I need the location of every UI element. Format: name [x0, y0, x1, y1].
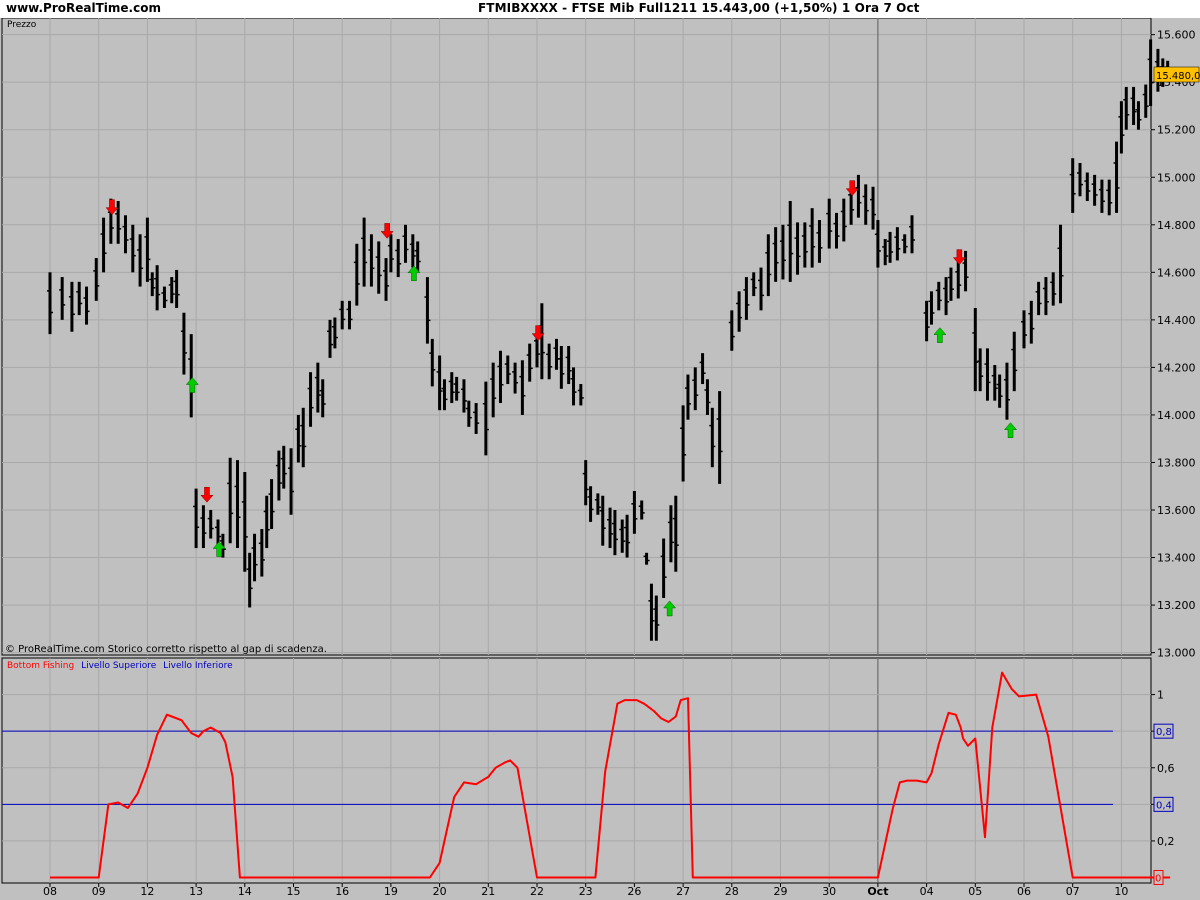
legend-bottom-fishing: Bottom Fishing	[7, 661, 74, 671]
indicator-axis-label: 0,6	[1157, 762, 1175, 775]
price-axis-label: 15.200	[1157, 124, 1196, 137]
indicator-axis: 0,2 0,6 1 0,8 0,4 0	[1151, 689, 1175, 886]
time-axis-label: 15	[287, 885, 301, 898]
time-axis-label: 27	[676, 885, 690, 898]
time-axis-label: 22	[530, 885, 544, 898]
level-label: 0,8	[1156, 727, 1172, 738]
instrument-title: FTMIBXXXX - FTSE Mib Full1211 15.443,00 …	[478, 1, 920, 15]
price-panel-label: Prezzo	[7, 20, 37, 30]
time-axis-label: 21	[481, 885, 495, 898]
price-axis-label: 13.600	[1157, 504, 1196, 517]
price-axis-label: 14.600	[1157, 266, 1196, 279]
last-price-label: 15.480,0	[1156, 71, 1200, 82]
time-axis-label: 29	[774, 885, 788, 898]
price-axis-label: 14.800	[1157, 219, 1196, 232]
price-axis-label: 13.400	[1157, 552, 1196, 565]
time-axis-label: 30	[822, 885, 836, 898]
price-axis-label: 14.200	[1157, 361, 1196, 374]
indicator-axis-label: 1	[1157, 689, 1164, 702]
time-axis-label: 10	[1114, 885, 1128, 898]
time-axis-label: 06	[1017, 885, 1031, 898]
price-footnote: © ProRealTime.com Storico corretto rispe…	[5, 644, 327, 655]
time-axis-label: 23	[579, 885, 593, 898]
time-axis-label: 08	[43, 885, 57, 898]
price-axis: 13.000 13.200 13.400 13.600 13.800 14.000 14.2…	[1151, 29, 1196, 660]
legend-upper-level: Livello Superiore	[81, 661, 157, 671]
level-label: 0,4	[1156, 800, 1172, 811]
indicator-legend: Bottom Fishing Livello Superiore Livello…	[7, 661, 233, 671]
price-axis-label: 13.800	[1157, 456, 1196, 469]
chart-canvas[interactable]: 13.000 13.200 13.400 13.600 13.800 14.000 14.2…	[0, 18, 1200, 900]
indicator-panel[interactable]: 0,2 0,6 1 0,8 0,4 0 Bottom Fishing Livello Su…	[1, 657, 1175, 886]
time-axis-label: 05	[968, 885, 982, 898]
indicator-axis-label: 0,2	[1157, 835, 1175, 848]
time-axis-label: 04	[920, 885, 934, 898]
price-axis-label: 15.000	[1157, 171, 1196, 184]
time-axis-label: 12	[140, 885, 154, 898]
title-bar: www.ProRealTime.com FTMIBXXXX - FTSE Mib…	[0, 0, 1200, 18]
time-axis: 08 09 12 13 14 15 16 19 20 21 22 23 26 27 28 29 30 Oct 04 0…	[43, 883, 1128, 898]
time-axis-label: 13	[189, 885, 203, 898]
price-panel-frame	[1, 18, 1152, 656]
time-axis-label: 20	[433, 885, 447, 898]
price-axis-label: 15.600	[1157, 29, 1196, 42]
time-axis-label: 09	[92, 885, 106, 898]
price-axis-label: 14.000	[1157, 409, 1196, 422]
price-axis-label: 13.200	[1157, 599, 1196, 612]
time-axis-label: 14	[238, 885, 252, 898]
time-axis-label: Oct	[867, 885, 888, 898]
legend-lower-level: Livello Inferiore	[163, 661, 233, 671]
site-name: www.ProRealTime.com	[6, 1, 161, 15]
time-axis-label: 19	[384, 885, 398, 898]
time-axis-label: 26	[627, 885, 641, 898]
price-axis-label: 14.400	[1157, 314, 1196, 327]
time-axis-label: 07	[1066, 885, 1080, 898]
price-panel[interactable]: 13.000 13.200 13.400 13.600 13.800 14.000 14.2…	[1, 18, 1200, 660]
time-axis-label: 28	[725, 885, 739, 898]
time-axis-label: 16	[335, 885, 349, 898]
price-axis-label: 13.000	[1157, 647, 1196, 660]
zero-label: 0	[1155, 874, 1161, 885]
